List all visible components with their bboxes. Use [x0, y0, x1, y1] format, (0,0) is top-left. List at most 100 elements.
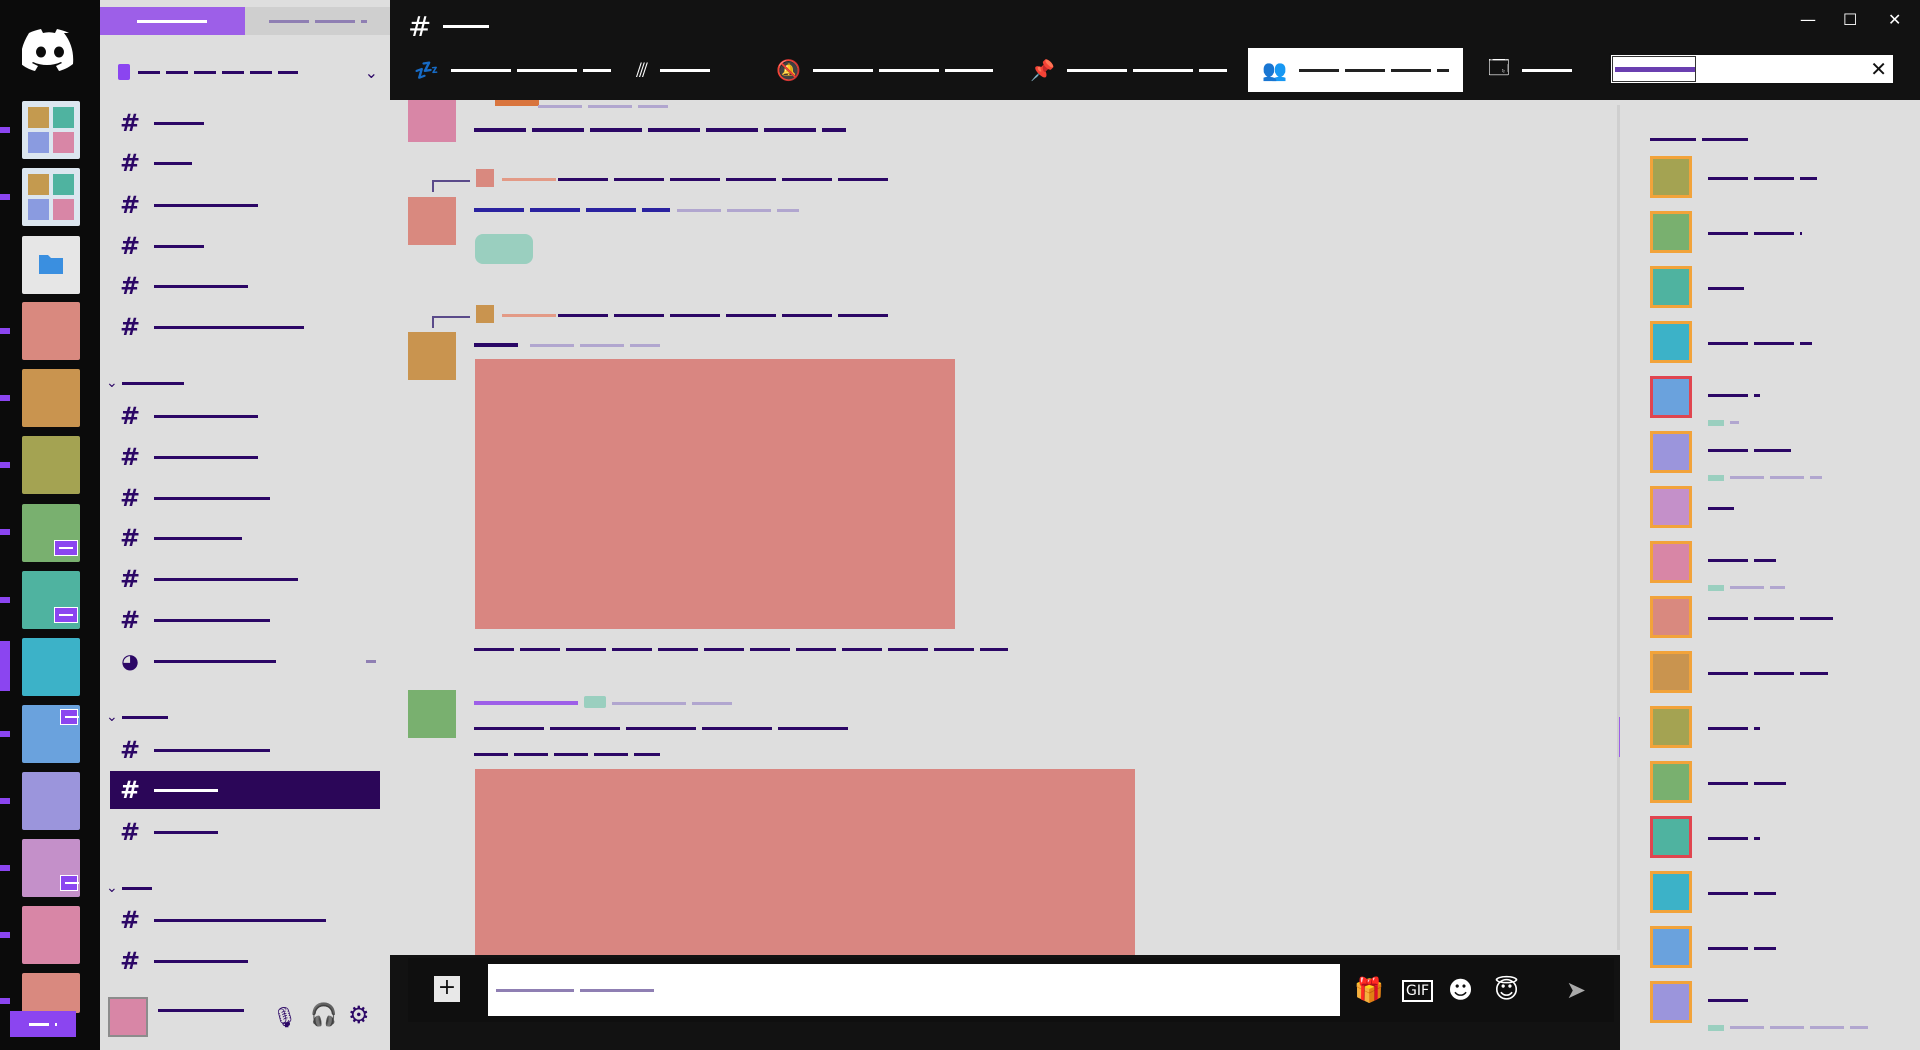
- channel-item[interactable]: #■■■■■■■■■■■■■■■■: [120, 443, 382, 471]
- channel-item[interactable]: #■■■■■■■■■■■■■■■■■■: [120, 606, 382, 634]
- member-item[interactable]: ■■■■■■■■■■■■■■■: [1650, 761, 1890, 805]
- gear-icon[interactable]: ⚙: [348, 1001, 370, 1029]
- chevron-down-icon[interactable]: ⌄: [365, 63, 378, 82]
- avatar: [1650, 596, 1692, 638]
- member-item[interactable]: ■■■■■■■■■■: [1650, 706, 1890, 750]
- avatar: [1650, 376, 1692, 418]
- member-item[interactable]: ■■■■■■■■■■■■■■■■■■■■■■■■■■ ■■■■■■■■■: [1650, 431, 1890, 481]
- send-icon[interactable]: ➤: [1566, 976, 1586, 1004]
- member-item[interactable]: ■■■■■■■: [1650, 266, 1890, 310]
- search-input[interactable]: ■■■■■■■■■■■ ✕: [1609, 53, 1895, 85]
- window-close-icon[interactable]: ✕: [1888, 10, 1901, 29]
- gif-icon[interactable]: GIF: [1402, 980, 1434, 1002]
- channel-item[interactable]: #■■■■■■■■■■■■■■■: [120, 947, 382, 975]
- channel-header: # ■■■■■■■■■■■■ 💤■■■■■■■■■■■ ■■■■■■■■■■■ …: [390, 0, 1920, 100]
- member-item[interactable]: ■■■■■■■■■■■■■■■■■■■ ■■■■■: [1650, 541, 1890, 591]
- channel-item[interactable]: #■■■■■■■■■■■■■■■■■: [120, 272, 382, 300]
- channel-item[interactable]: #■■■■■■■■■■■■■■: [120, 524, 382, 552]
- server-icon[interactable]: [22, 504, 80, 562]
- avatar[interactable]: [408, 690, 456, 738]
- channel-item[interactable]: #■■■■■■■■■■: [120, 232, 382, 260]
- server-icon[interactable]: [22, 369, 80, 427]
- guild-header[interactable]: ■■■■ ■■■■■■■■■ ■■■■■■■■■■ ⌄: [118, 58, 378, 86]
- member-item[interactable]: ■■■■■■■■■■■■■: [1650, 926, 1890, 970]
- threads-button[interactable]: 💤■■■■■■■■■■■ ■■■■■■■■■■■: [414, 48, 611, 92]
- message-input[interactable]: ■■■■■■■■■■■■■■ ■■■■■■■■■■■: [488, 964, 1340, 1016]
- channel-item[interactable]: #■■■■■■■■■■■■■■■■: [120, 402, 382, 430]
- microphone-icon[interactable]: 🎙: [272, 1005, 297, 1029]
- member-item[interactable]: ■■■■■: [1650, 486, 1890, 530]
- hash-icon: #: [120, 149, 141, 177]
- category-header[interactable]: ⌄■■■■■■■■■■■■: [106, 375, 186, 391]
- channel-item[interactable]: #■■■■■■■■: [120, 149, 382, 177]
- category-header[interactable]: ⌄■■■■■: [106, 880, 154, 896]
- maximize-icon[interactable]: ☐: [1843, 10, 1857, 29]
- inbox-button[interactable]: 🗔■■■■■■■■■: [1488, 48, 1574, 92]
- member-item[interactable]: ■■ ■■■■■■■■■■■■ ■■■■■: [1650, 156, 1890, 200]
- server-icon-mosaic-1[interactable]: [22, 101, 80, 159]
- server-icon[interactable]: [22, 436, 80, 494]
- server-icon[interactable]: [22, 571, 80, 629]
- member-item[interactable]: ■■■■■■■■■■■■■■ ■■■■■ ■■■■■ ■■■■■■■■■■■: [1650, 981, 1890, 1031]
- server-icon[interactable]: [22, 302, 80, 360]
- search-selection: [1612, 56, 1696, 82]
- server-icon[interactable]: [22, 638, 80, 696]
- member-list-button[interactable]: 👥■■■■■■ ■■■■■■■■■ ■■■■■: [1248, 48, 1463, 92]
- headphones-icon[interactable]: 🎧: [310, 1003, 337, 1028]
- member-item[interactable]: ■■■■■■■■■■■■■: [1650, 871, 1890, 915]
- hash-icon: #: [120, 191, 141, 219]
- image-attachment[interactable]: [475, 359, 955, 629]
- forum-channel-item[interactable]: ◕■■■■■■■■■■■■■■■■■■■■■■: [120, 647, 382, 675]
- unread-pip: [0, 462, 10, 468]
- plus-icon[interactable]: +: [434, 976, 460, 1002]
- server-icon[interactable]: [22, 839, 80, 897]
- bot-tag: [584, 696, 606, 708]
- member-item[interactable]: ■■■■■■■■■■■■■■■■■■■■: [1650, 321, 1890, 365]
- server-icon[interactable]: [22, 906, 80, 964]
- profile-plate[interactable]: [10, 1011, 76, 1037]
- avatar[interactable]: [408, 197, 456, 245]
- channel-item[interactable]: #■■■■■■■■■■■■■■■■■■■■■■: [120, 565, 382, 593]
- server-folder[interactable]: [22, 236, 80, 294]
- channel-item[interactable]: #■■■■■■■■■■■■■■■■■: [120, 191, 382, 219]
- image-attachment[interactable]: [475, 769, 1135, 955]
- channel-item[interactable]: #■■■■■■■■■■■■■■■■■■■■■■■■■■: [120, 906, 382, 934]
- server-icon-mosaic-2[interactable]: [22, 168, 80, 226]
- channel-item-selected[interactable]: #■■■■■■■■■■■■: [110, 771, 380, 809]
- member-item[interactable]: ■■■■■■■■■■■■: [1650, 376, 1890, 426]
- member-item[interactable]: ■■■■■■■■■■■■■■■■■■■■■■■: [1650, 651, 1890, 695]
- hash-icon: #: [120, 906, 141, 934]
- minimize-icon[interactable]: —: [1800, 10, 1816, 29]
- avatar[interactable]: [108, 997, 148, 1037]
- avatar[interactable]: [408, 332, 456, 380]
- member-item[interactable]: ■■ ■■■■■■■■■ ■■■■■: [1650, 211, 1890, 255]
- member-name: ■■■■■■■■: [1708, 999, 1750, 1002]
- sticker-icon[interactable]: ☻: [1448, 976, 1473, 1004]
- boost-button[interactable]: ⫻■■■■■■■■■■: [636, 48, 712, 92]
- channel-item[interactable]: #■■■■■■■■■■■■■■■■■■: [120, 484, 382, 512]
- tab-servers[interactable]: ■■■■■■■■■■■■: [100, 7, 245, 35]
- mute-button[interactable]: 🔕■■■■■■■■■■■ ■■■■■■■■■■■: [776, 48, 993, 92]
- member-name: ■■■■■: [1708, 507, 1734, 510]
- emoji-icon[interactable]: 😇: [1494, 976, 1519, 1004]
- avatar[interactable]: [408, 100, 456, 142]
- server-icon[interactable]: [22, 772, 80, 830]
- tab-friends[interactable]: ■■■■■■■ ■■■■■■■■■: [245, 7, 390, 35]
- pinned-button[interactable]: 📌■■■■■■■■■ ■■■■■■■■■■■■: [1030, 48, 1227, 92]
- server-icon[interactable]: [22, 973, 80, 1013]
- hash-icon: #: [120, 443, 141, 471]
- discord-logo-icon[interactable]: [22, 26, 78, 72]
- channel-item[interactable]: #■■■■■■■■■■: [120, 109, 382, 137]
- close-icon[interactable]: ✕: [1870, 57, 1887, 81]
- member-item[interactable]: ■■■■■■■■■■: [1650, 816, 1890, 860]
- reaction-chip[interactable]: [475, 234, 533, 264]
- server-icon[interactable]: [22, 705, 80, 763]
- channel-item[interactable]: #■■■■■■■■■■■■■■■■■■■■■■■■: [120, 313, 382, 341]
- member-item[interactable]: ■■■■■■■■■ ■■ ■■■■■■■■■■■: [1650, 596, 1890, 640]
- member-status: ■■■■■■■■■■ ■■■■■■■■■: [1708, 467, 1822, 486]
- channel-item[interactable]: #■■■■■■■■■■■■■■■■■■: [120, 736, 382, 764]
- channel-item[interactable]: #■■■■■■■■■■: [120, 818, 382, 846]
- hash-icon: #: [120, 565, 141, 593]
- gift-icon[interactable]: 🎁: [1354, 976, 1384, 1004]
- category-header[interactable]: ⌄■■■■■■■■■: [106, 709, 170, 725]
